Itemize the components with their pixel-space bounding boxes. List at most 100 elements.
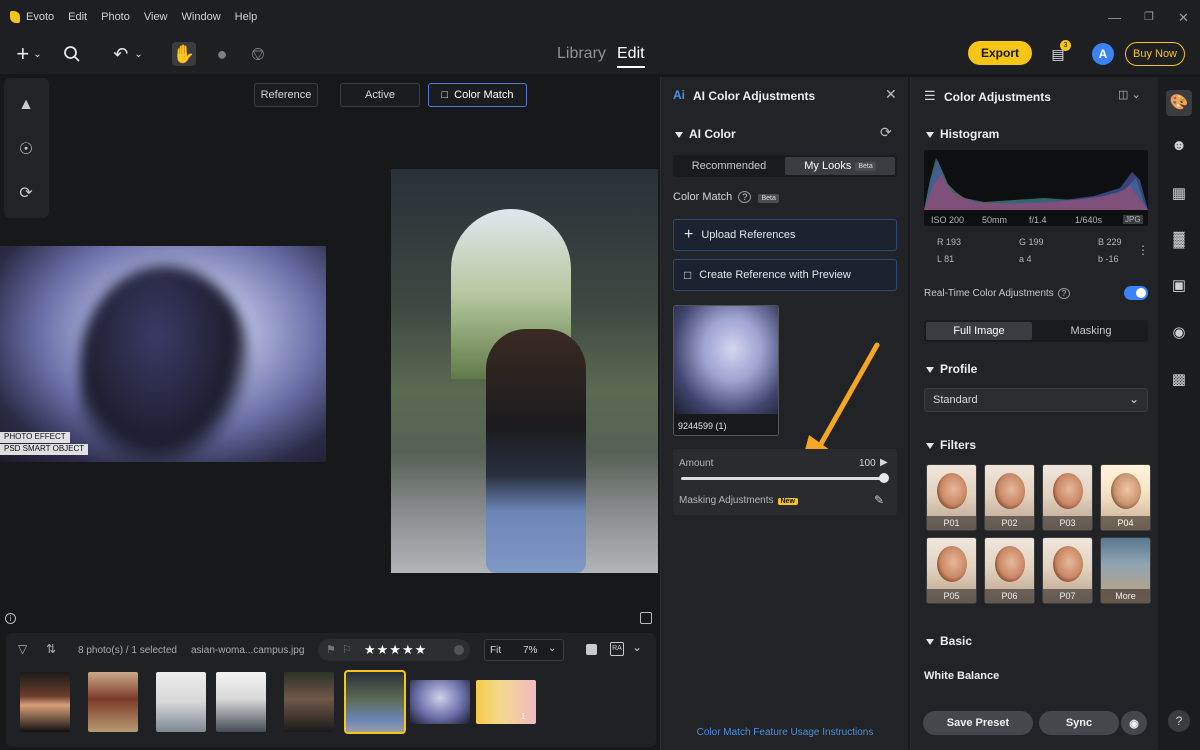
add-icon[interactable]: + ⌄ bbox=[10, 41, 48, 66]
filter-p03[interactable]: P03 bbox=[1042, 464, 1093, 531]
minimize-icon[interactable]: — bbox=[1108, 10, 1121, 25]
palette-icon[interactable]: 🎨 bbox=[1166, 90, 1192, 116]
effects-icon[interactable]: ☉ bbox=[16, 139, 36, 159]
profile-heading[interactable]: Profile bbox=[926, 362, 977, 376]
background-icon[interactable]: ▣ bbox=[1170, 276, 1188, 294]
collapse-chevron-icon[interactable]: ⌄ bbox=[632, 640, 642, 654]
clothing-icon[interactable]: ▓ bbox=[1170, 231, 1188, 249]
thumbnail-7[interactable] bbox=[410, 680, 470, 724]
menu-edit[interactable]: Edit bbox=[68, 11, 87, 23]
reset-icon[interactable]: ⟳ bbox=[880, 124, 892, 141]
filter-p01[interactable]: P01 bbox=[926, 464, 977, 531]
help-icon[interactable]: ? bbox=[1168, 710, 1190, 732]
texture-icon[interactable]: ▦ bbox=[1170, 184, 1188, 202]
rgb-b: B 229 bbox=[1098, 237, 1122, 247]
grid-view-icon[interactable] bbox=[586, 644, 597, 655]
ai-color-heading[interactable]: AI Color bbox=[675, 127, 736, 141]
zoom-control[interactable]: Fit 7% ⌄ bbox=[484, 639, 564, 661]
brush-tool-icon[interactable]: ● bbox=[210, 42, 234, 66]
filter-p06[interactable]: P06 bbox=[984, 537, 1035, 604]
amount-value[interactable]: 100 bbox=[859, 458, 876, 469]
tab-recommended[interactable]: Recommended bbox=[675, 157, 783, 175]
folder-search-icon[interactable]: ▩ bbox=[1170, 370, 1188, 388]
thumbnail-1[interactable] bbox=[20, 672, 70, 732]
filter-p07[interactable]: P07 bbox=[1042, 537, 1093, 604]
filter-p04[interactable]: P04 bbox=[1100, 464, 1151, 531]
sync-settings-icon[interactable]: ◉ bbox=[1121, 711, 1147, 735]
zoom-fit[interactable]: Fit bbox=[490, 645, 501, 656]
info-icon[interactable]: i bbox=[5, 613, 16, 624]
info-icon[interactable]: ? bbox=[738, 191, 752, 203]
zoom-value[interactable]: 7% bbox=[523, 645, 537, 656]
reference-thumbnail[interactable]: 9244599 (1) bbox=[673, 305, 779, 436]
save-preset-button[interactable]: Save Preset bbox=[923, 711, 1033, 735]
filter-more[interactable]: More bbox=[1100, 537, 1151, 604]
thumbnail-6-selected[interactable] bbox=[344, 670, 406, 734]
thumbnail-3[interactable] bbox=[156, 672, 206, 732]
exif-iso: ISO 200 bbox=[931, 215, 965, 225]
menu-app[interactable]: Evoto bbox=[26, 11, 54, 23]
filter-p02[interactable]: P02 bbox=[984, 464, 1035, 531]
profile-value: Standard bbox=[933, 394, 978, 406]
tab-edit[interactable]: Edit bbox=[617, 45, 645, 68]
amount-slider-handle[interactable] bbox=[879, 473, 889, 483]
tab-active[interactable]: Active bbox=[340, 83, 420, 107]
tab-library[interactable]: Library bbox=[557, 45, 606, 63]
search-icon[interactable] bbox=[60, 42, 84, 66]
ra-icon[interactable]: RA bbox=[610, 642, 624, 656]
ai-color-label: AI Color bbox=[689, 127, 736, 141]
menu-help[interactable]: Help bbox=[235, 11, 258, 23]
export-button[interactable]: Export bbox=[968, 41, 1032, 65]
create-reference-button[interactable]: □ Create Reference with Preview bbox=[673, 259, 897, 291]
color-label-icon[interactable] bbox=[454, 645, 464, 655]
filters-heading[interactable]: Filters bbox=[926, 438, 976, 452]
close-icon[interactable]: ✕ bbox=[885, 86, 897, 103]
filter-icon[interactable]: ▽ bbox=[18, 642, 27, 656]
tab-color-match[interactable]: □ Color Match bbox=[428, 83, 527, 107]
avatar[interactable]: A bbox=[1092, 43, 1114, 65]
reject-flag-icon[interactable]: ⚐ bbox=[342, 643, 352, 656]
camera-icon[interactable]: ◉ bbox=[1170, 323, 1188, 341]
star-rating[interactable]: ★★★★★ bbox=[364, 642, 427, 658]
basic-heading[interactable]: Basic bbox=[926, 634, 972, 648]
thumbnail-2[interactable] bbox=[88, 672, 138, 732]
bandage-tool-icon[interactable]: ⎊ bbox=[246, 42, 270, 66]
histogram-heading[interactable]: Histogram bbox=[926, 127, 999, 141]
zoom-dropdown-icon[interactable]: ⌄ bbox=[548, 643, 556, 654]
thumbnail-4[interactable] bbox=[216, 672, 266, 732]
amount-slider[interactable] bbox=[681, 477, 885, 480]
profile-select[interactable]: Standard ⌄ bbox=[924, 388, 1148, 412]
tab-my-looks[interactable]: My Looks Beta bbox=[785, 157, 895, 175]
thumbnail-8[interactable]: 1 bbox=[476, 680, 536, 724]
filter-p05[interactable]: P05 bbox=[926, 537, 977, 604]
restore-icon[interactable]: ❐ bbox=[1144, 10, 1154, 23]
buy-now-button[interactable]: Buy Now bbox=[1125, 42, 1185, 66]
mask-brush-icon[interactable]: ✎ bbox=[874, 493, 884, 507]
flag-icon[interactable]: ⚑ bbox=[326, 643, 336, 656]
panel-layout-icon[interactable]: ◫ ⌄ bbox=[1118, 88, 1141, 101]
main-photo[interactable] bbox=[391, 169, 658, 573]
history-icon[interactable]: ⟳ bbox=[16, 183, 36, 203]
tab-masking[interactable]: Masking bbox=[1036, 322, 1146, 340]
undo-icon[interactable]: ↶ ⌄ bbox=[108, 42, 148, 66]
realtime-toggle[interactable] bbox=[1124, 286, 1148, 300]
more-options-icon[interactable]: ⋮ bbox=[1137, 243, 1149, 257]
hand-tool-icon[interactable]: ✋ bbox=[172, 42, 196, 66]
close-window-icon[interactable]: ✕ bbox=[1178, 10, 1189, 26]
amount-expand-icon[interactable]: ▶ bbox=[880, 457, 888, 468]
info-icon[interactable]: ? bbox=[1057, 288, 1071, 299]
thumbnail-5[interactable] bbox=[284, 672, 334, 732]
compare-view-icon[interactable] bbox=[640, 612, 652, 624]
tab-reference[interactable]: Reference bbox=[254, 83, 318, 107]
menu-photo[interactable]: Photo bbox=[101, 11, 130, 23]
masking-adjustments-row[interactable]: Masking Adjustments New bbox=[679, 495, 798, 506]
menu-view[interactable]: View bbox=[144, 11, 168, 23]
upload-references-button[interactable]: + Upload References bbox=[673, 219, 897, 251]
tab-full-image[interactable]: Full Image bbox=[926, 322, 1032, 340]
face-icon[interactable]: ☻ bbox=[1170, 137, 1188, 155]
menu-window[interactable]: Window bbox=[182, 11, 221, 23]
sync-button[interactable]: Sync bbox=[1039, 711, 1119, 735]
usage-instructions-link[interactable]: Color Match Feature Usage Instructions bbox=[661, 727, 909, 738]
landscape-add-icon[interactable]: ▲ bbox=[16, 96, 36, 116]
sort-icon[interactable]: ⇅ bbox=[46, 642, 56, 656]
